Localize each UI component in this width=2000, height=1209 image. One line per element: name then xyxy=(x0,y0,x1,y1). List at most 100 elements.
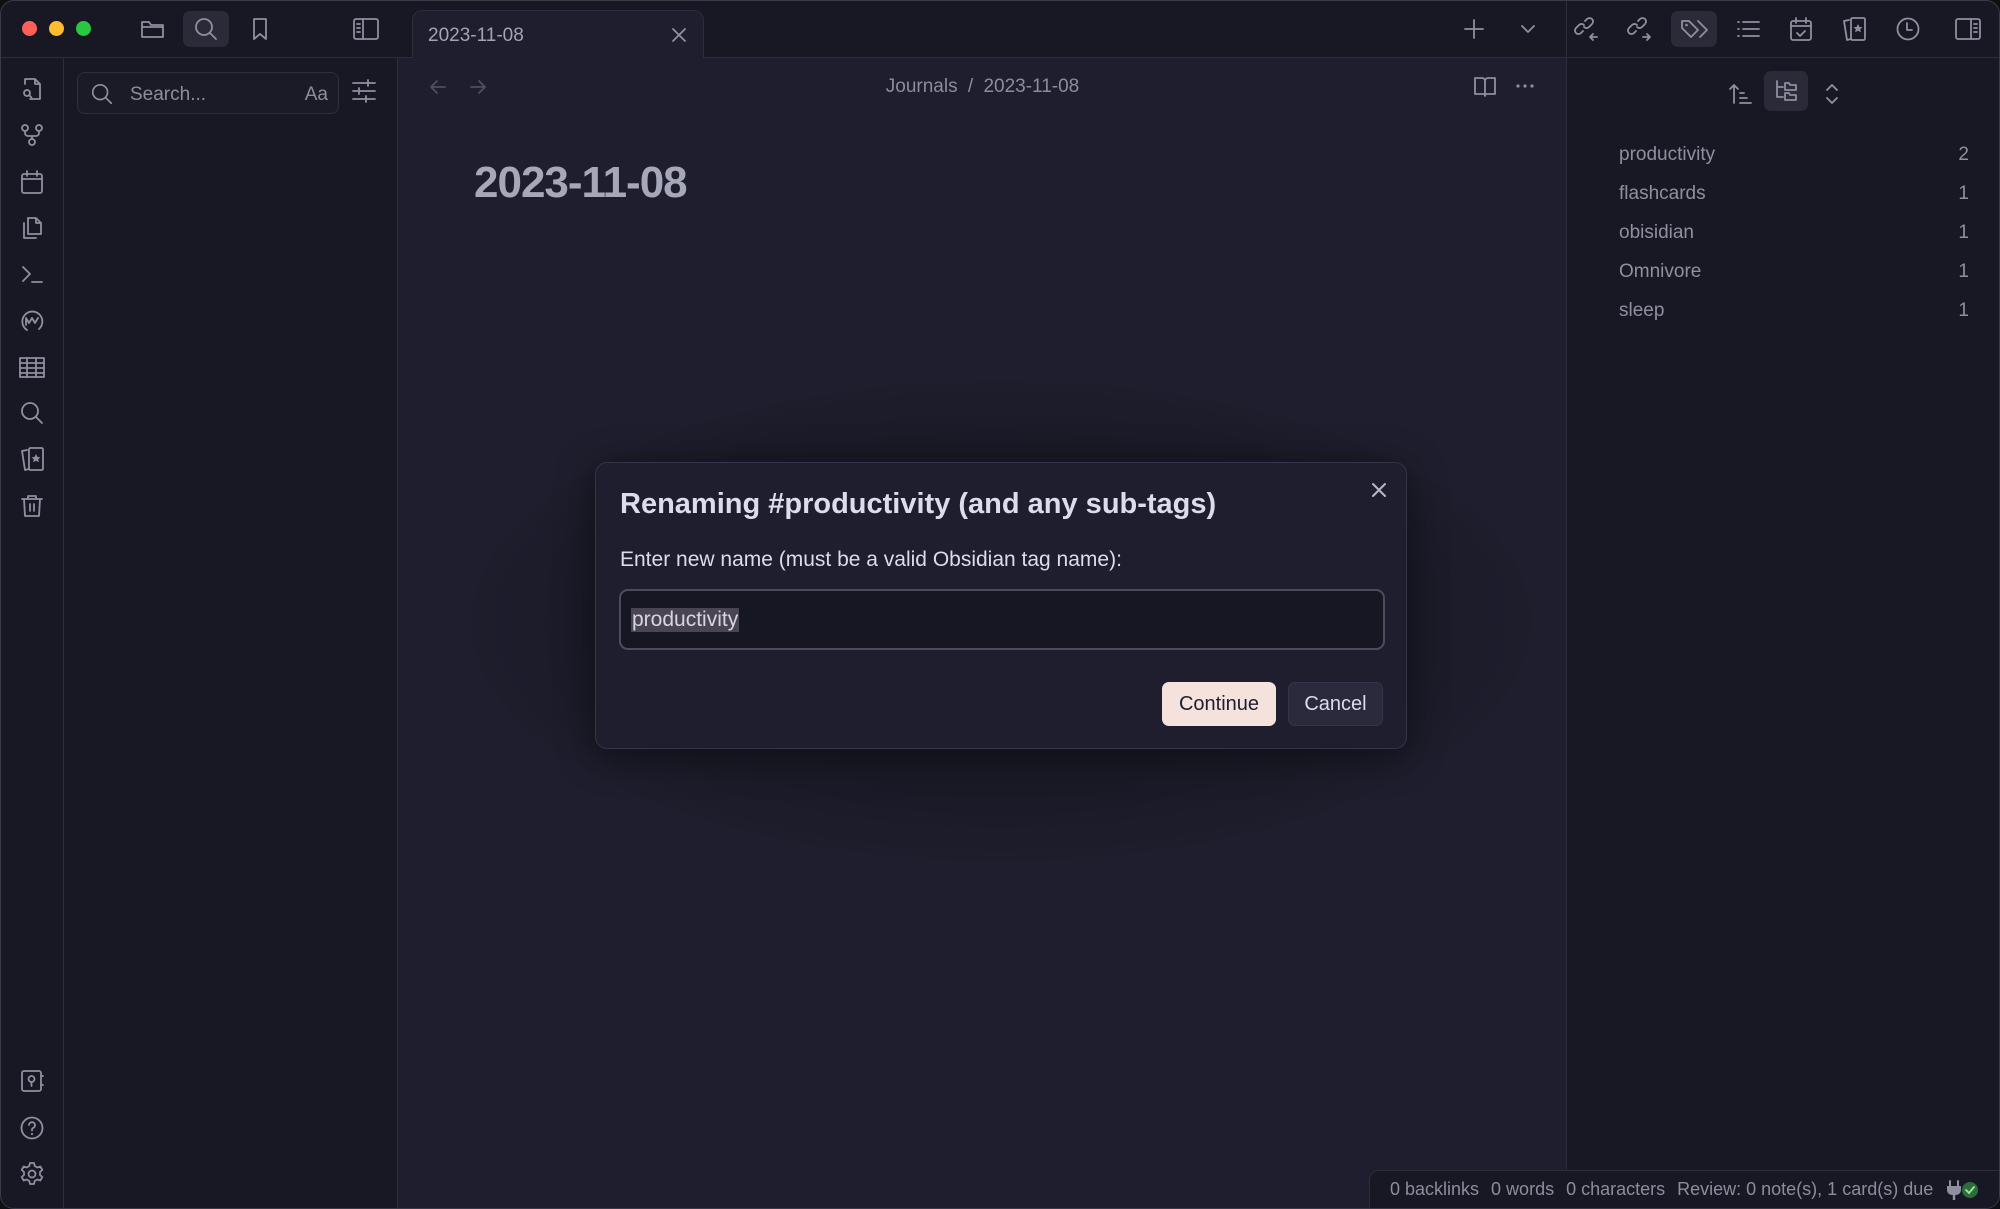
plus-icon xyxy=(1464,19,1484,39)
ribbon-graph-button[interactable] xyxy=(17,120,47,150)
modal-title: Renaming #productivity (and any sub-tags… xyxy=(620,488,1217,520)
copy-icon xyxy=(23,217,42,239)
match-case-toggle[interactable]: Aa xyxy=(305,84,328,106)
search-tab-button[interactable] xyxy=(183,11,229,47)
new-tab-button[interactable] xyxy=(1451,11,1497,47)
tag-count: 1 xyxy=(1958,183,1969,204)
calendar-pane-button[interactable] xyxy=(1778,11,1824,47)
calendar-icon xyxy=(21,170,43,194)
ribbon-table-button[interactable] xyxy=(17,352,47,382)
tab-list-button[interactable] xyxy=(1505,11,1551,47)
tag-name: productivity xyxy=(1619,144,1716,165)
ribbon-templates-button[interactable] xyxy=(17,213,47,243)
tag-item[interactable]: obisidian 1 xyxy=(1619,222,1969,252)
cancel-button[interactable]: Cancel xyxy=(1288,682,1383,726)
clock-icon xyxy=(1896,17,1920,41)
tag-name: flashcards xyxy=(1619,183,1706,204)
folder-icon xyxy=(141,21,164,38)
bookmarks-button[interactable] xyxy=(237,11,283,47)
breadcrumb-folder[interactable]: Journals xyxy=(886,76,958,97)
tag-item[interactable]: sleep 1 xyxy=(1619,300,1969,330)
ribbon-flashcards-button[interactable] xyxy=(17,444,47,474)
left-sidebar-search-pane: Search... Aa xyxy=(64,58,398,1208)
ribbon-help-button[interactable] xyxy=(17,1113,47,1143)
note-title[interactable]: 2023-11-08 xyxy=(474,158,688,208)
ribbon-search-button[interactable] xyxy=(17,398,47,428)
close-icon xyxy=(1372,483,1386,497)
input-selected-text: productivity xyxy=(631,608,740,632)
tag-count: 1 xyxy=(1958,222,1969,243)
tag-count: 1 xyxy=(1958,300,1969,321)
ribbon-vault-button[interactable] xyxy=(17,1066,47,1096)
files-button[interactable] xyxy=(130,11,176,47)
ribbon-command-palette-button[interactable] xyxy=(17,259,47,289)
backlinks-pane-button[interactable] xyxy=(1564,11,1610,47)
ribbon-omnivore-button[interactable] xyxy=(17,306,47,336)
vault-icon xyxy=(21,1070,44,1092)
sync-status[interactable] xyxy=(1945,1179,1979,1201)
tag-item[interactable]: productivity 2 xyxy=(1619,144,1969,174)
reading-view-button[interactable] xyxy=(1472,73,1498,99)
breadcrumb-separator: / xyxy=(967,76,974,97)
outgoing-links-pane-button[interactable] xyxy=(1617,11,1663,47)
tab-title: 2023-11-08 xyxy=(428,25,524,46)
omnivore-icon xyxy=(21,310,44,331)
right-sidebar-tags-pane: productivity 2 flashcards 1 obisidian 1 … xyxy=(1566,58,1999,1208)
outgoing-links-icon xyxy=(1627,17,1651,41)
search-icon xyxy=(91,83,113,105)
tag-name: obisidian xyxy=(1619,222,1694,243)
terminal-icon xyxy=(22,266,43,283)
sliders-icon xyxy=(352,79,376,103)
breadcrumb-file[interactable]: 2023-11-08 xyxy=(983,76,1079,97)
breadcrumb: Journals / 2023-11-08 xyxy=(399,76,1566,98)
backlinks-count[interactable]: 0 backlinks xyxy=(1390,1179,1479,1200)
calendar-check-icon xyxy=(1790,17,1812,41)
ribbon-trash-button[interactable] xyxy=(17,491,47,521)
collapse-expand-button[interactable] xyxy=(1817,76,1847,112)
new-tag-name-input[interactable]: productivity xyxy=(619,589,1385,650)
rename-tag-modal: Renaming #productivity (and any sub-tags… xyxy=(595,462,1407,749)
review-status[interactable]: Review: 0 note(s), 1 card(s) due xyxy=(1677,1179,1933,1200)
window-zoom-button[interactable] xyxy=(76,21,91,36)
sort-button[interactable] xyxy=(1723,76,1759,112)
toggle-right-sidebar-button[interactable] xyxy=(1945,11,1991,47)
close-tab-button[interactable] xyxy=(669,25,689,45)
close-icon xyxy=(672,28,686,42)
modal-close-button[interactable] xyxy=(1366,477,1392,503)
sidebar-right-icon xyxy=(1955,18,1981,40)
window-minimize-button[interactable] xyxy=(49,21,64,36)
recent-files-pane-button[interactable] xyxy=(1885,11,1931,47)
help-icon xyxy=(20,1116,44,1140)
table-icon xyxy=(19,357,45,378)
nested-tags-toggle[interactable] xyxy=(1764,71,1808,111)
graph-icon xyxy=(21,124,43,146)
book-open-icon xyxy=(1474,77,1496,97)
toggle-left-sidebar-button[interactable] xyxy=(343,11,389,47)
window-close-button[interactable] xyxy=(22,21,37,36)
flashcards-icon xyxy=(21,447,44,471)
ribbon-file-search-button[interactable] xyxy=(17,74,47,104)
bookmark-icon xyxy=(253,18,267,40)
search-settings-button[interactable] xyxy=(350,77,380,107)
ribbon-daily-note-button[interactable] xyxy=(17,167,47,197)
chevron-down-icon xyxy=(1521,25,1535,33)
trash-icon xyxy=(21,495,43,517)
tags-pane-button[interactable] xyxy=(1671,11,1717,47)
more-options-button[interactable] xyxy=(1512,73,1538,99)
tab-2023-11-08[interactable]: 2023-11-08 xyxy=(412,10,704,59)
search-input[interactable]: Search... Aa xyxy=(77,72,339,114)
flashcards-pane-button[interactable] xyxy=(1831,11,1877,47)
settings-icon xyxy=(20,1162,44,1185)
ribbon-settings-button[interactable] xyxy=(17,1159,47,1189)
search-icon xyxy=(21,402,43,424)
tag-item[interactable]: flashcards 1 xyxy=(1619,183,1969,213)
search-placeholder: Search... xyxy=(130,84,207,105)
word-count: 0 words xyxy=(1491,1179,1555,1199)
outline-pane-button[interactable] xyxy=(1725,11,1771,47)
check-circle-icon xyxy=(1962,1181,1979,1198)
character-count: 0 characters xyxy=(1566,1179,1666,1199)
outline-icon xyxy=(1737,21,1760,37)
tag-count: 1 xyxy=(1958,261,1969,282)
tag-item[interactable]: Omnivore 1 xyxy=(1619,261,1969,291)
continue-button[interactable]: Continue xyxy=(1162,682,1276,726)
